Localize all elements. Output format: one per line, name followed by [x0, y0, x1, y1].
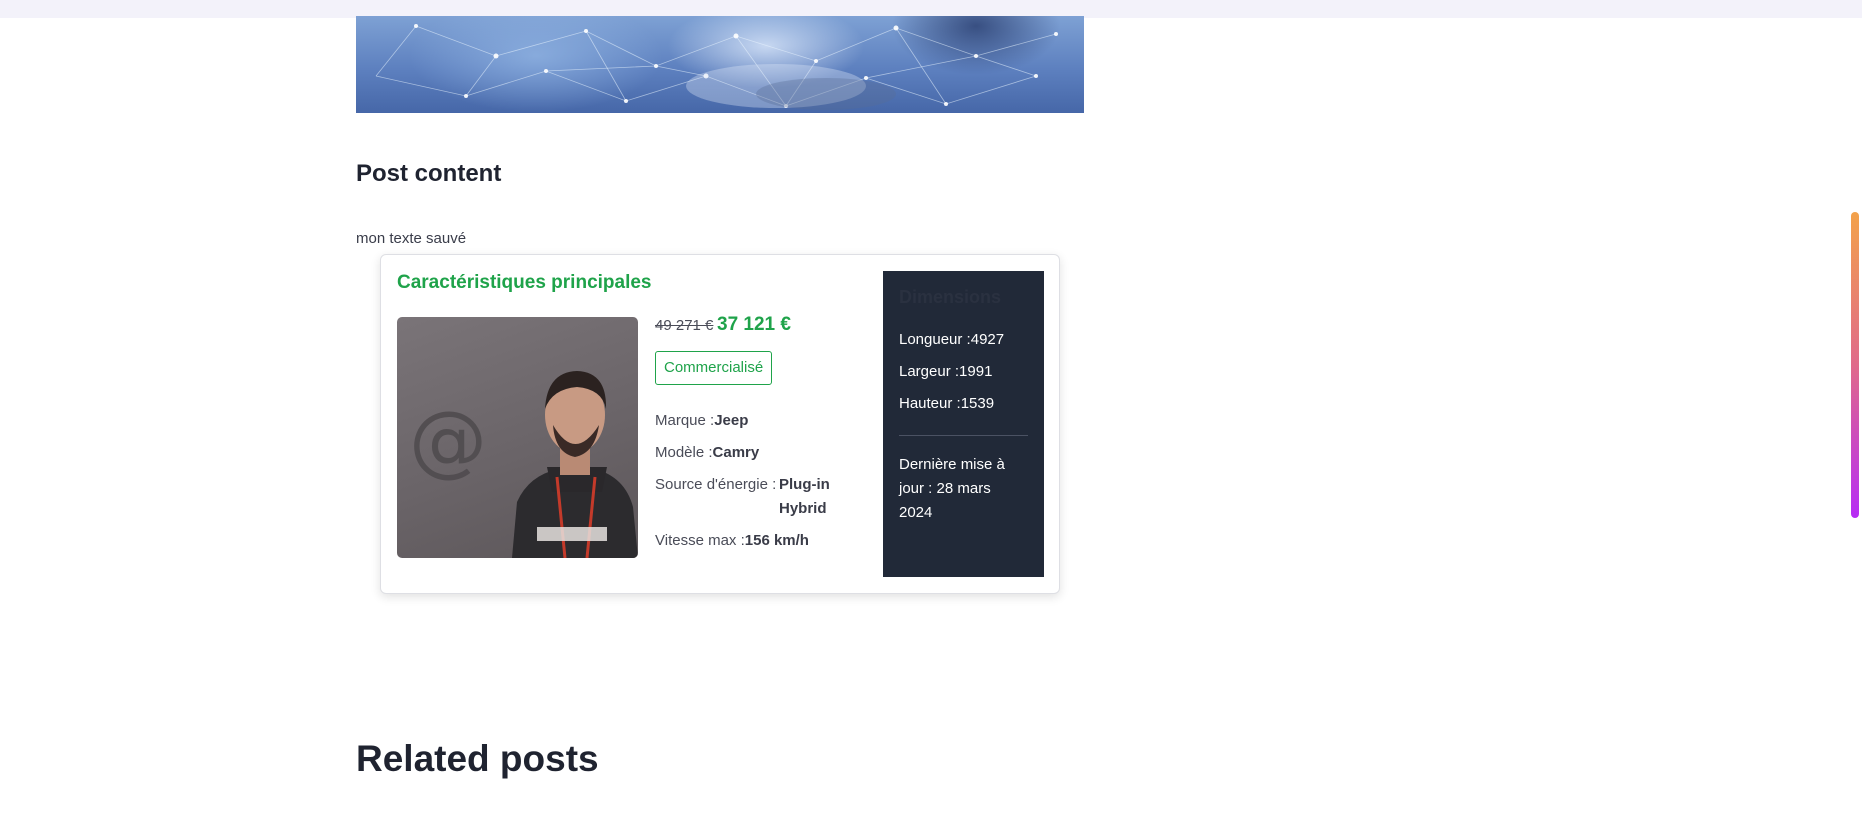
saved-text: mon texte sauvé [356, 230, 467, 247]
price-old: 49 271 € [655, 317, 714, 334]
hero-image [356, 16, 1084, 113]
spec-model-label: Modèle : [655, 444, 713, 461]
dimensions-panel: Dimensions Longueur :4927 Largeur :1991 … [883, 271, 1044, 577]
dimension-length: Longueur :4927 [899, 331, 1005, 348]
status-badge: Commercialisé [655, 351, 773, 385]
dimensions-divider [899, 435, 1028, 436]
spec-brand: Marque :Jeep [655, 409, 748, 433]
vehicle-card: Caractéristiques principales @ 49 271 € … [380, 254, 1060, 594]
post-content-heading: Post content [356, 160, 502, 187]
related-posts-heading: Related posts [356, 738, 599, 779]
last-update: Dernière mise à jour : 28 mars 2024 [899, 456, 1005, 521]
spec-energy-value: Plug-in Hybrid [779, 476, 830, 517]
person-illustration: @ [409, 371, 638, 558]
spec-model: Modèle :Camry [655, 441, 759, 465]
spec-energy-label: Source d'énergie : [655, 476, 777, 493]
at-sign-icon: @ [409, 396, 487, 486]
spec-brand-value: Jeep [714, 412, 749, 429]
spec-speed-label: Vitesse max : [655, 532, 745, 549]
spec-model-value: Camry [712, 444, 760, 461]
scroll-indicator[interactable] [1851, 212, 1859, 518]
spec-speed-value: 156 km/h [744, 532, 809, 549]
spec-energy: Source d'énergie : Plug-in Hybrid [655, 473, 849, 521]
dimension-height: Hauteur :1539 [899, 395, 995, 412]
vehicle-photo: @ [397, 317, 638, 558]
dimensions-title: Dimensions [899, 287, 1002, 307]
network-pattern [375, 24, 1058, 110]
card-title: Caractéristiques principales [397, 272, 652, 293]
spec-speed: Vitesse max :156 km/h [655, 529, 809, 553]
price-new: 37 121 € [717, 314, 791, 335]
dimension-width: Largeur :1991 [899, 363, 993, 380]
spec-brand-label: Marque : [655, 412, 715, 429]
